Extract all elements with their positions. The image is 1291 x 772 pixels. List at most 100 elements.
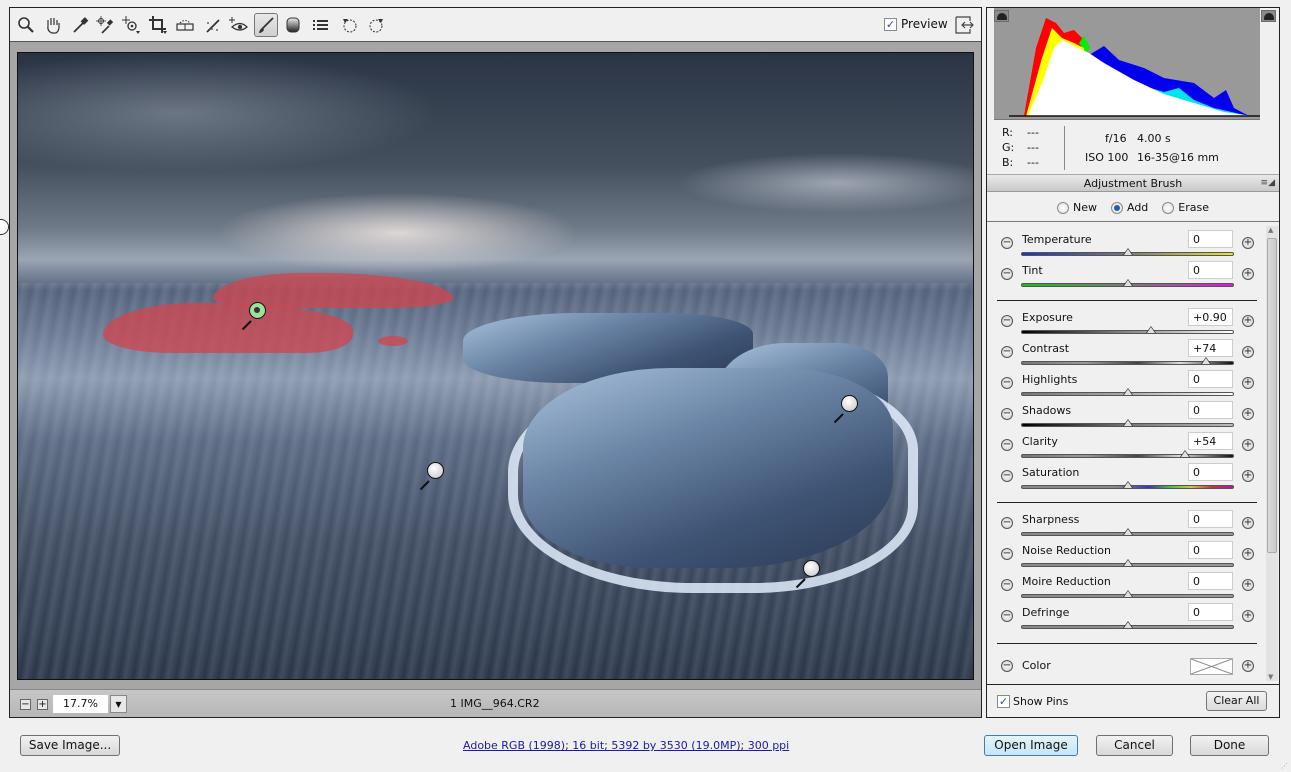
rotate-left-button[interactable] [338, 13, 362, 37]
zoom-dropdown-button[interactable]: ▼ [110, 695, 127, 713]
moire-reduction-increase-button[interactable]: + [1242, 579, 1254, 591]
moire-reduction-decrease-button[interactable]: − [1001, 579, 1013, 591]
contrast-increase-button[interactable]: + [1242, 346, 1254, 358]
adjustment-pin[interactable] [841, 395, 858, 412]
mode-erase-radio[interactable]: Erase [1162, 201, 1209, 214]
fullscreen-toggle-button[interactable] [954, 15, 974, 35]
saturation-decrease-button[interactable]: − [1001, 470, 1013, 482]
straighten-tool[interactable] [173, 13, 197, 37]
saturation-value-field[interactable]: 0 [1188, 463, 1233, 481]
color-increase-button[interactable]: + [1242, 660, 1254, 672]
clarity-increase-button[interactable]: + [1242, 439, 1254, 451]
radio-checked-icon [1110, 201, 1123, 214]
shadows-increase-button[interactable]: + [1242, 408, 1254, 420]
sharpness-slider-thumb[interactable] [1122, 528, 1134, 536]
tint-increase-button[interactable]: + [1242, 268, 1254, 280]
saturation-increase-button[interactable]: + [1242, 470, 1254, 482]
magnifier-icon [18, 17, 34, 33]
adjustment-pin-active[interactable] [249, 302, 266, 319]
clarity-slider-track[interactable] [1021, 454, 1234, 458]
exposure-increase-button[interactable]: + [1242, 315, 1254, 327]
shadows-value-field[interactable]: 0 [1188, 401, 1233, 419]
highlights-increase-button[interactable]: + [1242, 377, 1254, 389]
contrast-decrease-button[interactable]: − [1001, 346, 1013, 358]
adjustment-pin[interactable] [803, 560, 820, 577]
temperature-slider-thumb[interactable] [1122, 248, 1134, 256]
image-canvas[interactable] [17, 52, 974, 680]
preview-checkbox[interactable]: ✓ Preview [884, 17, 948, 31]
scroll-up-icon[interactable]: ▲ [1268, 226, 1273, 234]
saturation-slider-thumb[interactable] [1122, 481, 1134, 489]
crop-tool[interactable] [146, 13, 170, 37]
brush-mask-overlay [378, 336, 408, 346]
zoom-tool[interactable] [14, 13, 38, 37]
shadows-slider-thumb[interactable] [1122, 419, 1134, 427]
temperature-decrease-button[interactable]: − [1001, 237, 1013, 249]
sharpness-decrease-button[interactable]: − [1001, 517, 1013, 529]
noise-reduction-increase-button[interactable]: + [1242, 548, 1254, 560]
temperature-increase-button[interactable]: + [1242, 237, 1254, 249]
workflow-options-link[interactable]: Adobe RGB (1998); 16 bit; 5392 by 3530 (… [463, 739, 789, 752]
adjustment-pin[interactable] [427, 462, 444, 479]
hand-tool[interactable] [41, 13, 65, 37]
sharpness-increase-button[interactable]: + [1242, 517, 1254, 529]
tint-slider-thumb[interactable] [1122, 279, 1134, 287]
panel-menu-icon[interactable]: ≡◢ [1261, 175, 1275, 192]
scroll-thumb[interactable] [1267, 238, 1277, 553]
defringe-slider-thumb[interactable] [1122, 621, 1134, 629]
color-swatch-button[interactable] [1190, 658, 1233, 675]
clarity-decrease-button[interactable]: − [1001, 439, 1013, 451]
contrast-slider-thumb[interactable] [1201, 357, 1212, 365]
preferences-button[interactable] [309, 13, 333, 37]
shadows-decrease-button[interactable]: − [1001, 408, 1013, 420]
tint-value-field[interactable]: 0 [1188, 261, 1233, 279]
noise-reduction-slider-thumb[interactable] [1122, 559, 1134, 567]
exposure-slider-thumb[interactable] [1146, 326, 1157, 334]
open-image-button[interactable]: Open Image [984, 735, 1078, 756]
rotate-right-button[interactable] [364, 13, 388, 37]
color-sampler-tool[interactable] [93, 13, 117, 37]
panel-scrollbar[interactable]: ▲ ▼ [1266, 226, 1278, 681]
shadow-clipping-warning-toggle[interactable] [994, 10, 1009, 22]
highlights-value-field[interactable]: 0 [1188, 370, 1233, 388]
moire-reduction-value-field[interactable]: 0 [1188, 572, 1233, 590]
defringe-increase-button[interactable]: + [1242, 610, 1254, 622]
show-pins-checkbox[interactable]: ✓ Show Pins [997, 695, 1068, 708]
red-eye-removal-tool[interactable] [226, 13, 250, 37]
zoom-out-button[interactable]: − [20, 699, 31, 710]
tint-decrease-button[interactable]: − [1001, 268, 1013, 280]
moire-reduction-slider-thumb[interactable] [1122, 590, 1134, 598]
mode-add-radio[interactable]: Add [1110, 201, 1148, 214]
targeted-adjustment-tool[interactable] [119, 13, 143, 37]
adjustment-brush-tool[interactable] [254, 13, 278, 37]
exposure-slider-track[interactable] [1021, 330, 1234, 334]
sharpness-value-field[interactable]: 0 [1188, 510, 1233, 528]
resize-grip-icon[interactable]: ⋰ [1281, 762, 1289, 770]
done-button[interactable]: Done [1190, 735, 1269, 756]
graduated-filter-tool[interactable] [281, 13, 305, 37]
zoom-in-button[interactable]: + [37, 699, 48, 710]
clarity-slider-thumb[interactable] [1180, 450, 1191, 458]
mode-new-radio[interactable]: New [1056, 201, 1097, 214]
filmstrip-toggle[interactable] [0, 219, 9, 235]
noise-reduction-decrease-button[interactable]: − [1001, 548, 1013, 560]
save-image-button[interactable]: Save Image... [20, 735, 120, 756]
noise-reduction-value-field[interactable]: 0 [1188, 541, 1233, 559]
color-decrease-button[interactable]: − [1001, 660, 1013, 672]
clarity-value-field[interactable]: +54 [1188, 432, 1233, 450]
spot-removal-tool[interactable] [201, 13, 225, 37]
cancel-button[interactable]: Cancel [1096, 735, 1173, 756]
clear-all-button[interactable]: Clear All [1206, 691, 1267, 711]
defringe-decrease-button[interactable]: − [1001, 610, 1013, 622]
contrast-value-field[interactable]: +74 [1188, 339, 1233, 357]
scroll-down-icon[interactable]: ▼ [1268, 673, 1273, 681]
zoom-level-field[interactable]: 17.7% [53, 695, 108, 713]
temperature-value-field[interactable]: 0 [1188, 230, 1233, 248]
white-balance-tool[interactable] [68, 13, 92, 37]
highlights-decrease-button[interactable]: − [1001, 377, 1013, 389]
highlight-clipping-warning-toggle[interactable] [1261, 10, 1276, 22]
defringe-value-field[interactable]: 0 [1188, 603, 1233, 621]
highlights-slider-thumb[interactable] [1122, 388, 1134, 396]
exposure-decrease-button[interactable]: − [1001, 315, 1013, 327]
exposure-value-field[interactable]: +0.90 [1188, 308, 1233, 326]
